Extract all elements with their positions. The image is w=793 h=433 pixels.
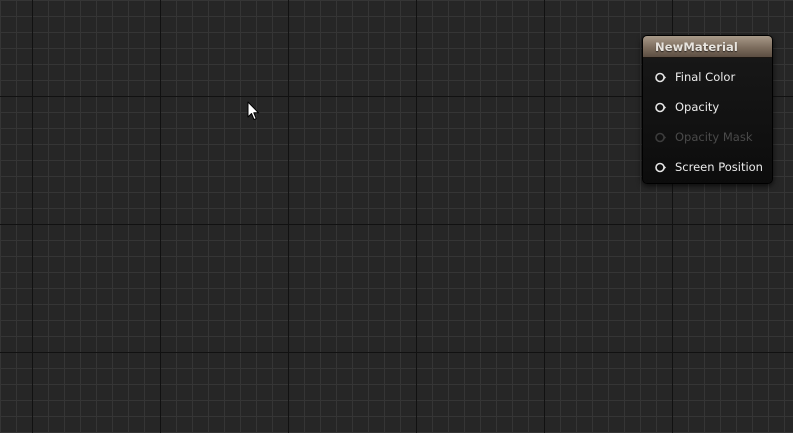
pin-label: Screen Position	[675, 160, 763, 174]
pin-label: Opacity	[675, 100, 720, 114]
pin-connector-icon	[655, 132, 666, 143]
pin-final-color[interactable]: Final Color	[643, 62, 772, 92]
pin-screen-position[interactable]: Screen Position	[643, 152, 772, 182]
pin-connector-icon[interactable]	[655, 72, 666, 83]
node-header[interactable]: NewMaterial	[643, 36, 772, 58]
pin-opacity[interactable]: Opacity	[643, 92, 772, 122]
pin-connector-icon[interactable]	[655, 102, 666, 113]
pin-label: Opacity Mask	[675, 130, 753, 144]
material-output-node[interactable]: NewMaterial Final Color Opacity Opacity …	[642, 35, 773, 184]
pin-connector-icon[interactable]	[655, 162, 666, 173]
pin-opacity-mask: Opacity Mask	[643, 122, 772, 152]
node-body: Final Color Opacity Opacity Mask Screen …	[643, 58, 772, 183]
mouse-cursor-icon	[247, 101, 260, 121]
node-title: NewMaterial	[655, 39, 738, 54]
pin-label: Final Color	[675, 70, 736, 84]
